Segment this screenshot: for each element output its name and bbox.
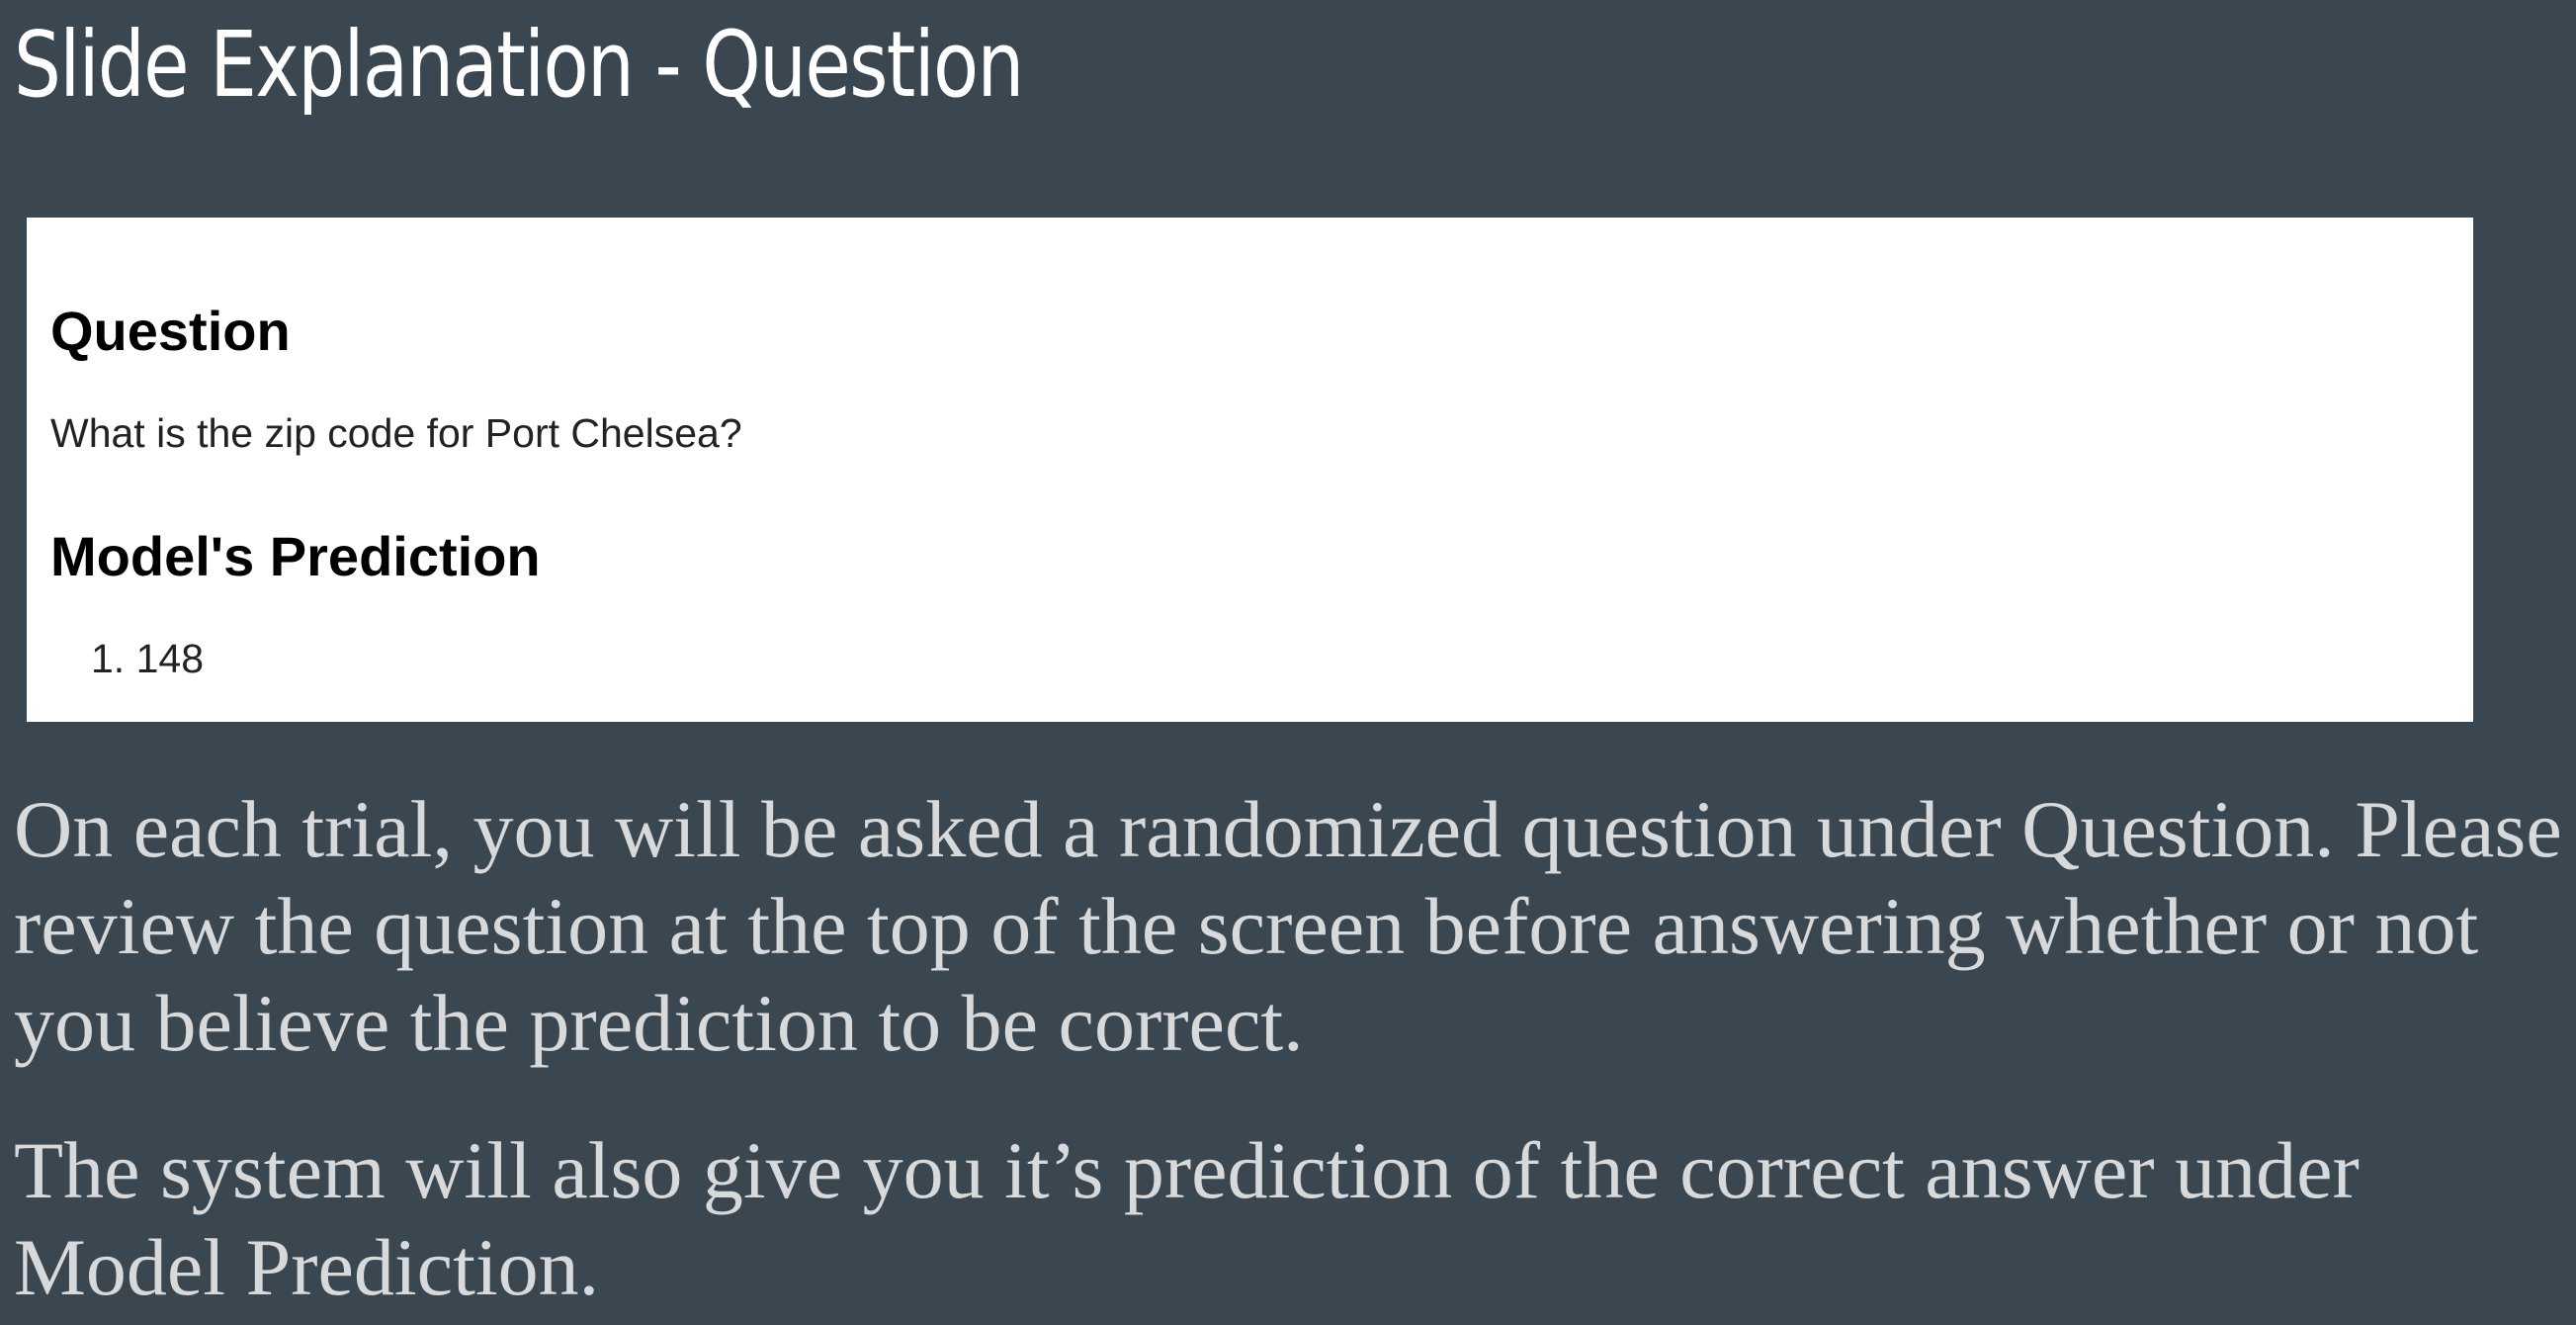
question-screenshot-panel: Question What is the zip code for Port C…	[27, 218, 2473, 722]
explanation-paragraph-1: On each trial, you will be asked a rando…	[14, 784, 2562, 1068]
question-text: What is the zip code for Port Chelsea?	[50, 410, 742, 456]
prediction-list: 1. 148	[91, 633, 204, 684]
explanation-paragraph-2: The system will also give you it’s predi…	[14, 1125, 2360, 1312]
model-prediction-heading: Model's Prediction	[50, 525, 541, 587]
question-heading: Question	[50, 300, 291, 362]
prediction-value: 148	[135, 636, 205, 681]
prediction-number: 1.	[91, 636, 126, 681]
list-item: 1. 148	[91, 633, 204, 684]
slide-title: Slide Explanation - Question	[14, 12, 1024, 118]
